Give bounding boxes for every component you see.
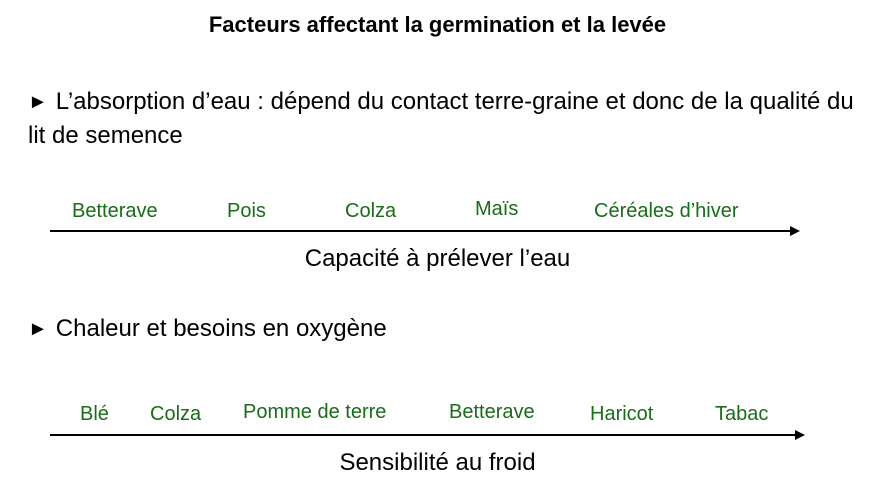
scale-item: Pomme de terre <box>243 401 387 423</box>
triangle-bullet-icon: ► <box>28 318 48 340</box>
scale-item: Tabac <box>715 403 769 425</box>
arrow-right-icon <box>790 226 800 236</box>
slide-title: Facteurs affectant la germination et la … <box>208 12 667 37</box>
scale-item: Colza <box>150 403 202 425</box>
bullet-water-absorption: ► L’absorption d’eau : dépend du contact … <box>28 85 858 153</box>
triangle-bullet-icon: ► <box>28 91 48 113</box>
scale-axis-line <box>50 434 795 436</box>
bullet-text: Chaleur et besoins en oxygène <box>55 315 387 342</box>
scale-caption: Capacité à prélever l’eau <box>304 245 571 272</box>
arrow-right-icon <box>795 430 805 440</box>
scale-item: Colza <box>345 200 397 222</box>
scale-item: Pois <box>227 200 266 222</box>
scale-item: Haricot <box>590 403 654 425</box>
scale-item: Céréales d’hiver <box>594 200 739 222</box>
scale-item: Maïs <box>475 198 519 220</box>
scale-item: Betterave <box>449 401 535 423</box>
scale-axis-line <box>50 230 790 232</box>
scale-caption: Sensibilité au froid <box>339 449 536 476</box>
bullet-text: L’absorption d’eau : dépend du contact t… <box>28 88 854 149</box>
scale-item: Blé <box>80 403 109 425</box>
bullet-heat-oxygen: ► Chaleur et besoins en oxygène <box>28 312 858 346</box>
scale-item: Betterave <box>72 200 158 222</box>
